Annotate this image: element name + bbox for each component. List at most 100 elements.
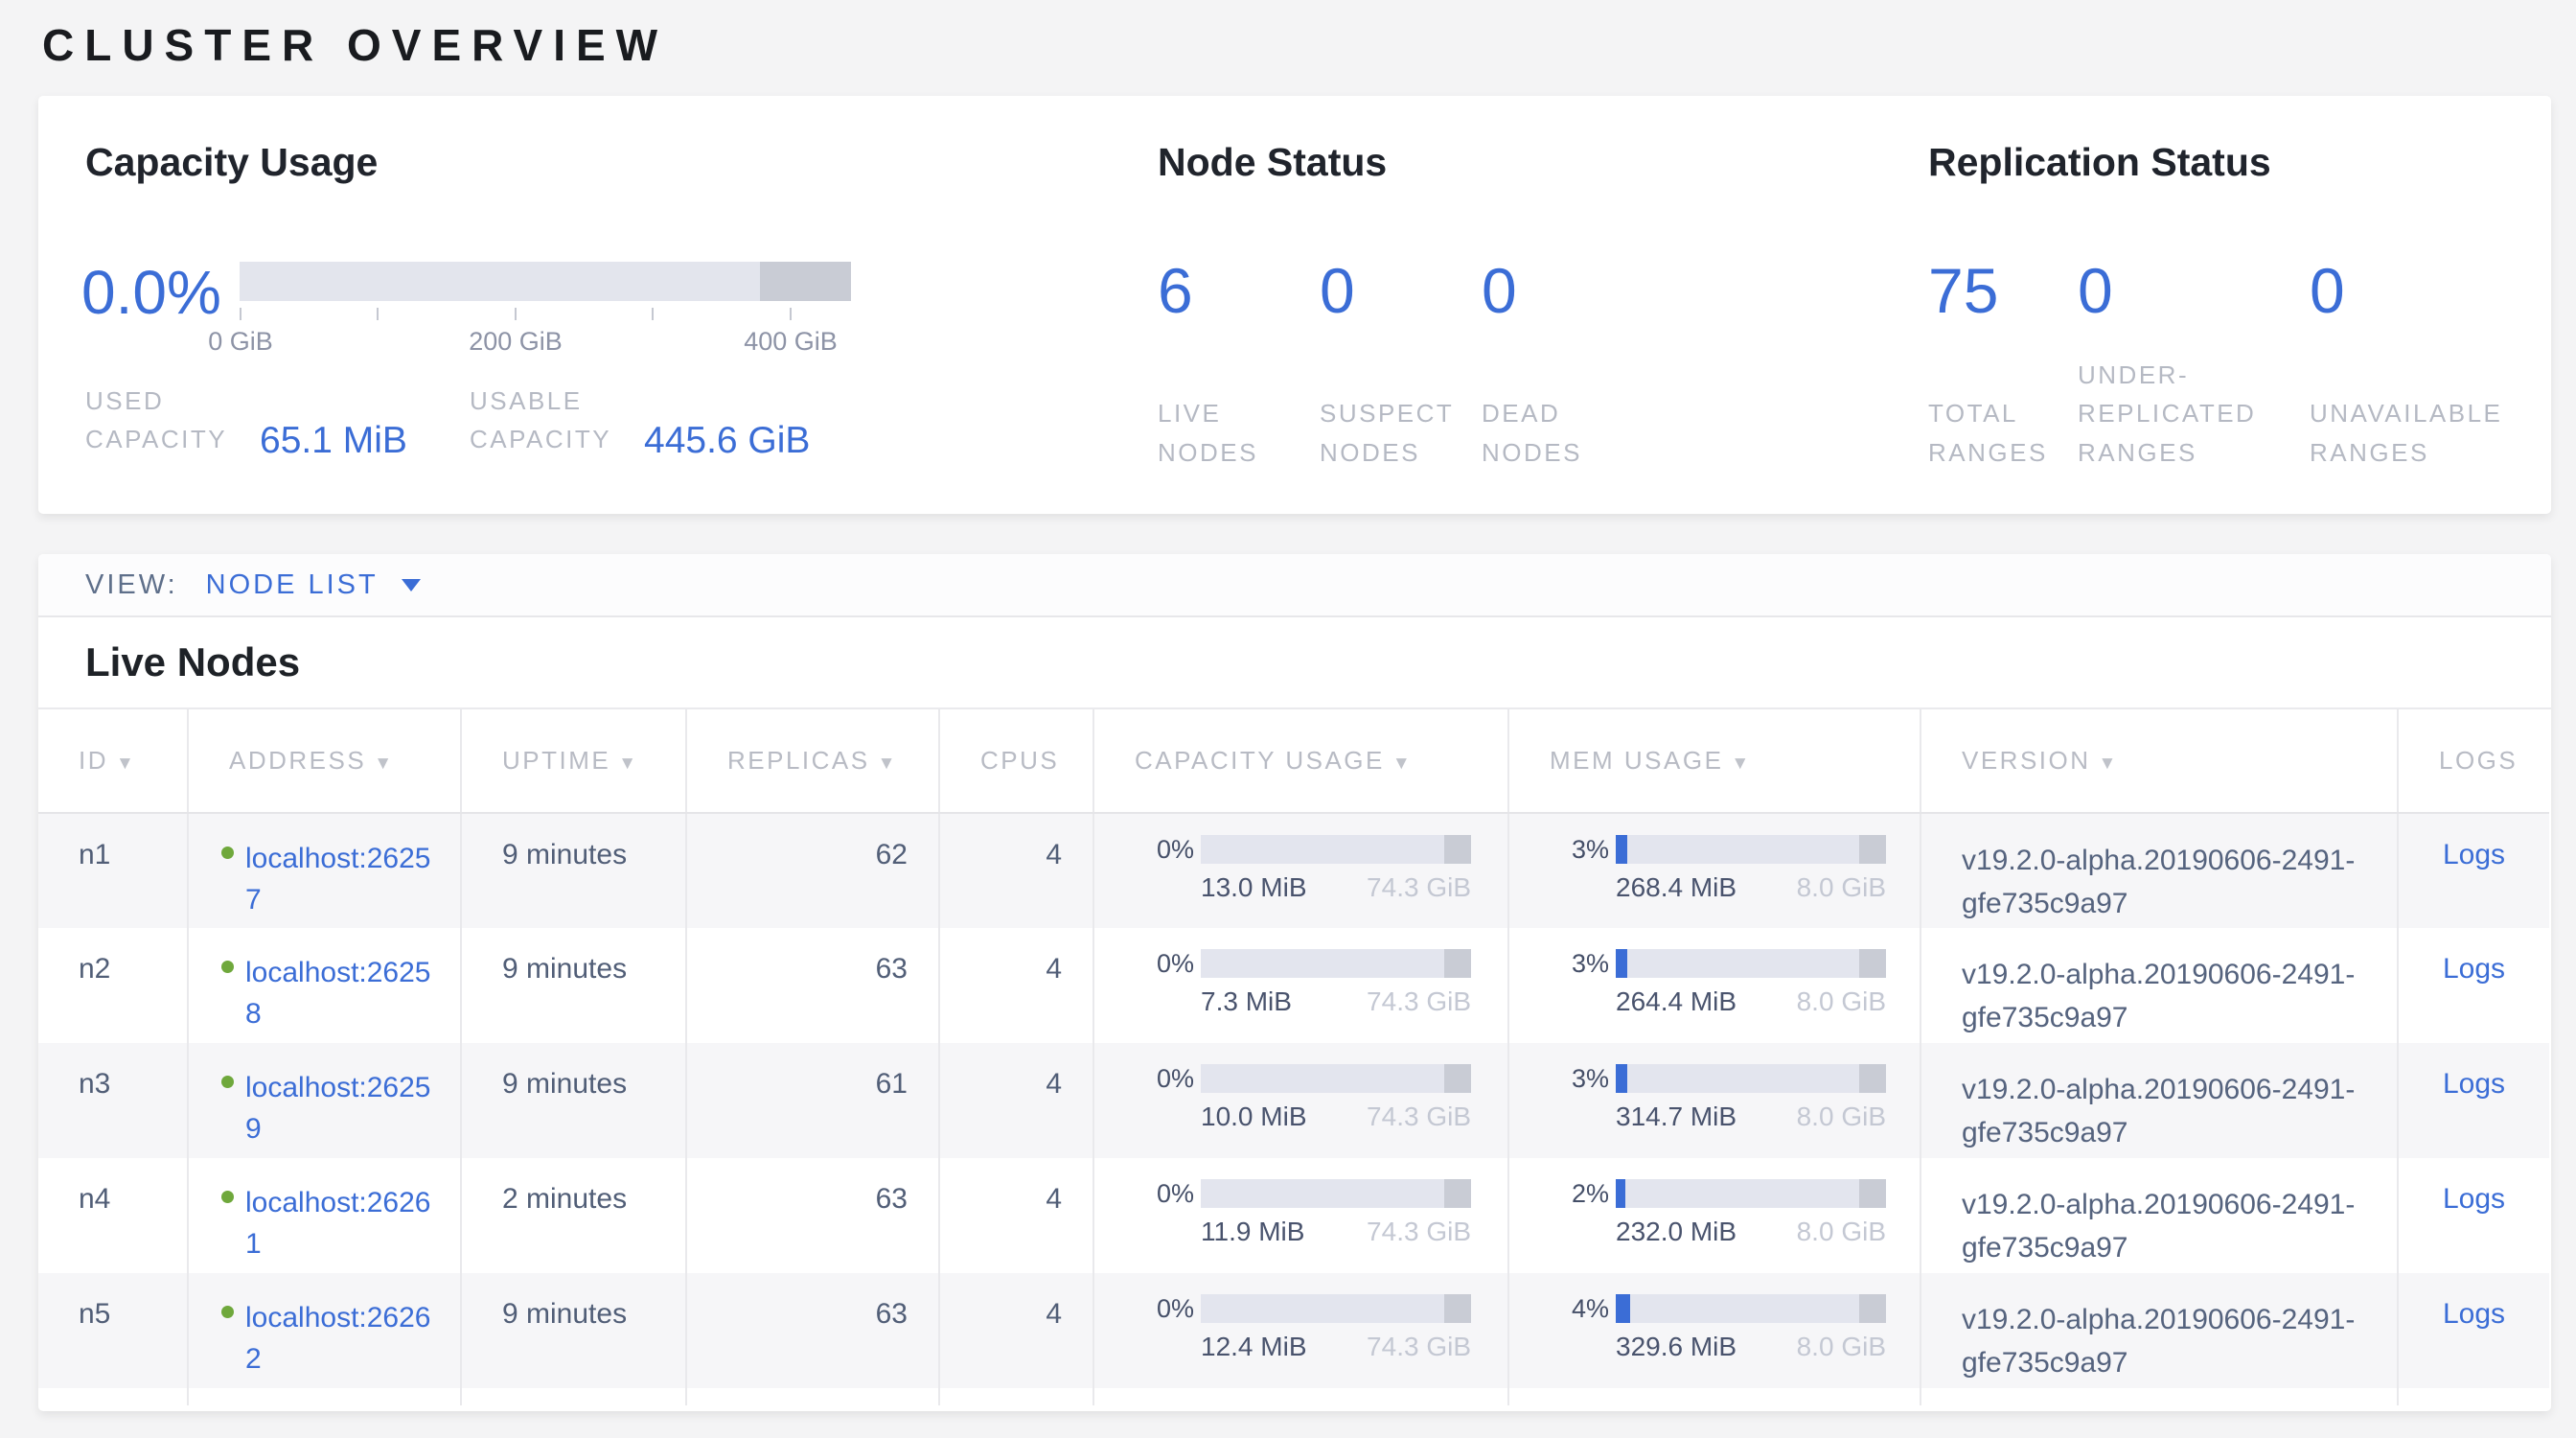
usage-total-value: 8.0 GiB <box>1797 1332 1886 1362</box>
usage-used-value: 264.4 MiB <box>1616 986 1736 1017</box>
node-status-stats: 6 LIVE NODES 0 SUSPECT NODES 0 DEAD NODE… <box>1158 259 1640 472</box>
logs-link[interactable]: Logs <box>2443 839 2505 870</box>
node-mem-usage-cell: 2%232.0 MiB8.0 GiB <box>1508 1158 1920 1273</box>
node-replicas: 63 <box>686 1273 939 1388</box>
logs-link[interactable]: Logs <box>2443 1068 2505 1100</box>
capacity-gauge-ticks <box>240 308 851 320</box>
under-replicated-ranges-stat: 0 UNDER-REPLICATED RANGES <box>2078 259 2310 472</box>
node-address-link[interactable]: localhost:26262 <box>245 1298 435 1330</box>
usage-bar-reserved-segment <box>1444 949 1471 978</box>
node-capacity-usage-cell: 0%7.3 MiB74.3 GiB <box>1093 928 1508 1043</box>
view-bar: VIEW: NODE LIST <box>38 554 2551 617</box>
node-row-n3: n3localhost:262599 minutes6140%10.0 MiB7… <box>38 1043 2549 1158</box>
node-address-link[interactable]: localhost:26258 <box>245 953 435 985</box>
column-header-uptime[interactable]: UPTIME▼ <box>461 709 686 813</box>
node-logs-cell: Logs <box>2398 813 2549 928</box>
node-cpus: 4 <box>939 1273 1093 1388</box>
live-nodes-stat: 6 LIVE NODES <box>1158 259 1320 472</box>
usage-used-value: 10.0 MiB <box>1201 1102 1307 1132</box>
usage-bar-chart: 0%12.4 MiB74.3 GiB <box>1094 1294 1507 1362</box>
node-uptime: 9 minutes <box>461 928 686 1043</box>
node-replicas: 63 <box>686 1158 939 1273</box>
node-address-cell: localhost:26258 <box>188 928 461 1043</box>
node-capacity-usage-cell: 0%12.4 MiB74.3 GiB <box>1093 1273 1508 1388</box>
usage-bar-track <box>1201 1294 1471 1323</box>
column-header-replicas[interactable]: REPLICAS▼ <box>686 709 939 813</box>
usage-total-value: 74.3 GiB <box>1367 872 1471 903</box>
column-header-address[interactable]: ADDRESS▼ <box>188 709 461 813</box>
node-row-n5: n5localhost:262629 minutes6340%12.4 MiB7… <box>38 1273 2549 1388</box>
usage-bar-reserved-segment <box>1444 1179 1471 1208</box>
node-address-link[interactable]: localhost:26259 <box>245 1068 435 1100</box>
usage-used-value: 13.0 MiB <box>1201 872 1307 903</box>
node-version-cell: v19.2.0-alpha.20190606-2491-gfe735c9a97 <box>1920 928 2398 1043</box>
capacity-gauge-bar <box>240 262 851 301</box>
node-address-link[interactable]: localhost:26261 <box>245 1183 435 1215</box>
usage-bar-fill <box>1616 949 1627 978</box>
usage-total-value: 74.3 GiB <box>1367 1102 1471 1132</box>
usage-percent: 4% <box>1509 1294 1616 1323</box>
node-version-text: v19.2.0-alpha.20190606-2491-gfe735c9a97 <box>1962 959 2355 1033</box>
node-logs-cell: Logs <box>2398 1158 2549 1273</box>
node-replicas: 63 <box>686 928 939 1043</box>
unavailable-ranges-stat: 0 UNAVAILABLE RANGES <box>2310 259 2549 472</box>
node-address-cell: localhost:26262 <box>188 1273 461 1388</box>
usable-capacity-stat: USABLE CAPACITY 445.6 GiB <box>470 382 810 459</box>
usage-bar-fill <box>1616 1294 1630 1323</box>
usage-bar-chart: 3%314.7 MiB8.0 GiB <box>1509 1064 1920 1132</box>
usage-total-value: 8.0 GiB <box>1797 1102 1886 1132</box>
view-selector-dropdown[interactable]: NODE LIST <box>206 569 421 601</box>
live-nodes-header: Live Nodes <box>38 617 2551 709</box>
page-title: CLUSTER OVERVIEW <box>42 19 668 71</box>
node-uptime: 9 minutes <box>461 1043 686 1158</box>
node-version-cell: v19.2.0-alpha.20190606-2491-gfe735c9a97 <box>1920 1158 2398 1273</box>
node-row-n2: n2localhost:262589 minutes6340%7.3 MiB74… <box>38 928 2549 1043</box>
node-cpus: 4 <box>939 813 1093 928</box>
logs-link[interactable]: Logs <box>2443 953 2505 985</box>
sort-descending-icon: ▼ <box>618 754 638 774</box>
used-capacity-stat: USED CAPACITY 65.1 MiB <box>85 382 407 459</box>
column-header-version[interactable]: VERSION▼ <box>1920 709 2398 813</box>
logs-link[interactable]: Logs <box>2443 1298 2505 1330</box>
dead-nodes-count: 0 <box>1482 259 1640 322</box>
sort-descending-icon: ▼ <box>1392 754 1413 774</box>
live-nodes-table: ID▼ADDRESS▼UPTIME▼REPLICAS▼CPUSCAPACITY … <box>38 709 2549 1405</box>
usage-bar-track <box>1201 949 1471 978</box>
usage-bar-track <box>1616 949 1886 978</box>
node-id: n3 <box>38 1043 188 1158</box>
node-uptime: 2 minutes <box>461 1158 686 1273</box>
usage-total-value: 8.0 GiB <box>1797 1217 1886 1247</box>
view-selected-option: NODE LIST <box>206 569 379 601</box>
column-header-mem-usage[interactable]: MEM USAGE▼ <box>1508 709 1920 813</box>
column-header-id[interactable]: ID▼ <box>38 709 188 813</box>
usage-bar-track <box>1616 1064 1886 1093</box>
dead-nodes-label: DEAD NODES <box>1482 394 1606 472</box>
live-status-dot-icon <box>221 847 234 859</box>
logs-link[interactable]: Logs <box>2443 1183 2505 1215</box>
usage-percent: 2% <box>1509 1179 1616 1208</box>
node-version-cell: v19.2.0-alpha.20190606-2491-gfe735c9a97 <box>1920 1043 2398 1158</box>
node-status-heading: Node Status <box>1158 140 1387 185</box>
column-header-capacity-usage[interactable]: CAPACITY USAGE▼ <box>1093 709 1508 813</box>
node-version-text: v19.2.0-alpha.20190606-2491-gfe735c9a97 <box>1962 1304 2355 1379</box>
usage-percent: 0% <box>1094 1294 1201 1323</box>
node-version-cell: v19.2.0-alpha.20190606-2491-gfe735c9a97 <box>1920 1273 2398 1388</box>
node-version-text: v19.2.0-alpha.20190606-2491-gfe735c9a97 <box>1962 1189 2355 1264</box>
live-status-dot-icon <box>221 1191 234 1203</box>
usage-percent: 0% <box>1094 835 1201 864</box>
usage-used-value: 329.6 MiB <box>1616 1332 1736 1362</box>
axis-tick-label: 0 GiB <box>208 327 273 357</box>
live-status-dot-icon <box>221 1306 234 1318</box>
usage-bar-fill <box>1616 1064 1627 1093</box>
usage-bar-chart: 2%232.0 MiB8.0 GiB <box>1509 1179 1920 1247</box>
usable-capacity-value: 445.6 GiB <box>644 420 810 462</box>
usage-total-value: 74.3 GiB <box>1367 986 1471 1017</box>
usage-bar-track <box>1616 1294 1886 1323</box>
node-address-link[interactable]: localhost:26257 <box>245 839 435 870</box>
usage-bar-reserved-segment <box>1444 1064 1471 1093</box>
node-row-n4: n4localhost:262612 minutes6340%11.9 MiB7… <box>38 1158 2549 1273</box>
cluster-summary-card: Capacity Usage 0.0% 0 GiB 200 GiB 400 Gi… <box>38 96 2551 514</box>
live-nodes-label: LIVE NODES <box>1158 394 1282 472</box>
node-mem-usage-cell: 4%329.6 MiB 8.0 GiB <box>1508 1273 1920 1388</box>
node-logs-cell: Logs <box>2398 928 2549 1043</box>
